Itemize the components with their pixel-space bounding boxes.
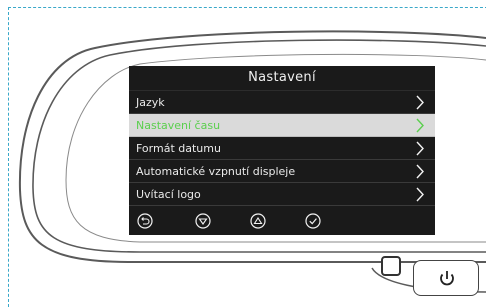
screen-title: Nastavení	[129, 66, 435, 91]
down-icon[interactable]	[195, 213, 211, 229]
menu-item-label: Formát datumu	[136, 142, 221, 155]
menu-item-label: Uvítací logo	[136, 188, 201, 201]
chevron-right-icon	[414, 160, 426, 183]
power-button[interactable]	[413, 260, 479, 296]
square-button[interactable]	[381, 256, 401, 276]
menu-item-automaticke-vypnuti[interactable]: Automatické vzpnutí displeje	[129, 160, 435, 183]
back-icon[interactable]	[137, 213, 153, 229]
chevron-right-icon	[414, 91, 426, 114]
chevron-right-icon	[414, 114, 426, 137]
chevron-right-icon	[414, 137, 426, 160]
confirm-icon[interactable]	[305, 213, 321, 229]
chevron-right-icon	[414, 183, 426, 206]
menu-item-label: Jazyk	[136, 96, 165, 109]
menu-item-jazyk[interactable]: Jazyk	[129, 91, 435, 114]
screen-button-row	[129, 208, 435, 235]
power-icon	[440, 271, 454, 286]
menu-item-uvitaci-logo[interactable]: Uvítací logo	[129, 183, 435, 206]
menu-item-nastaveni-casu[interactable]: Nastavení času	[129, 114, 435, 137]
menu-item-label: Nastavení času	[136, 119, 221, 132]
menu-item-label: Automatické vzpnutí displeje	[136, 165, 296, 178]
up-icon[interactable]	[250, 213, 266, 229]
menu-item-format-datumu[interactable]: Formát datumu	[129, 137, 435, 160]
mirror-display: Nastavení Jazyk Nastavení času Formát da…	[129, 66, 435, 235]
